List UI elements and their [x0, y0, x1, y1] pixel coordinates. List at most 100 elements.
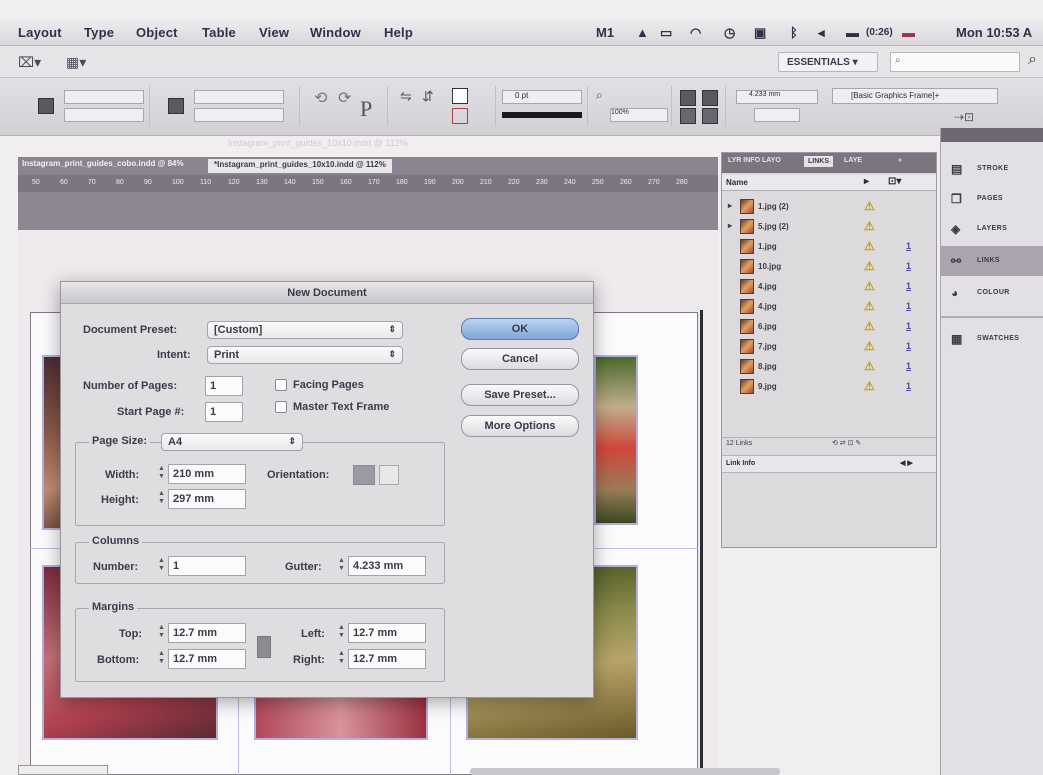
wrap-icon[interactable] — [680, 108, 696, 124]
cancel-button[interactable]: Cancel — [461, 348, 579, 370]
y-field[interactable] — [64, 108, 144, 122]
character-icon[interactable]: P — [360, 96, 372, 122]
corner-shape-selector[interactable] — [754, 108, 800, 122]
link-row[interactable]: 6.jpg ⚠ 1 — [722, 317, 936, 337]
document-preset-select[interactable]: [Custom] ⇕ — [207, 321, 403, 339]
control-menu-icon[interactable]: ⇢⊡ — [954, 110, 974, 124]
wifi-icon[interactable]: ◠ — [690, 25, 701, 41]
arrange-documents-icon[interactable]: ▦▾ — [66, 54, 86, 71]
expand-icon[interactable]: ▸ — [728, 221, 732, 230]
dock-swatches[interactable]: ▦ SWATCHES — [941, 324, 1043, 354]
tab-layers[interactable]: LAYE — [844, 157, 862, 164]
missing-link-warning-icon[interactable]: ⚠ — [864, 359, 875, 373]
reference-point-icon[interactable] — [38, 98, 54, 114]
height-stepper-icon[interactable]: ▲ ▼ — [157, 490, 166, 508]
missing-link-warning-icon[interactable]: ⚠ — [864, 339, 875, 353]
top-margin-input[interactable]: 12.7 mm — [168, 623, 246, 643]
dock-layers[interactable]: ◈ LAYERS — [941, 214, 1043, 244]
clock-icon[interactable]: ◷ — [724, 25, 735, 41]
right-stepper-icon[interactable]: ▲ ▼ — [337, 650, 346, 668]
number-of-pages-input[interactable]: 1 — [205, 376, 243, 396]
tab-links[interactable]: LINKS — [804, 156, 833, 167]
spotlight-icon[interactable]: ⌕ — [1028, 51, 1037, 69]
left-stepper-icon[interactable]: ▲ ▼ — [337, 624, 346, 642]
width-field[interactable] — [194, 90, 284, 104]
flip-horizontal-icon[interactable]: ⇋ — [400, 88, 412, 105]
gutter-input[interactable]: 4.233 mm — [348, 556, 426, 576]
rotate-icon[interactable]: ⟲ — [314, 88, 327, 108]
tab-info[interactable]: LYR INFO LAYO — [728, 157, 781, 164]
display-icon[interactable]: ▣ — [754, 25, 766, 41]
links-menu-icon[interactable]: ⊡▾ — [888, 176, 901, 187]
bluetooth-icon[interactable]: ᛒ — [790, 25, 798, 40]
dock-links[interactable]: ⚯ LINKS — [941, 246, 1043, 276]
right-margin-input[interactable]: 12.7 mm — [348, 649, 426, 669]
stroke-weight-field[interactable]: 0 pt — [502, 90, 582, 104]
relink-icon[interactable]: ⟲ ⇄ ⊡ ✎ — [832, 439, 861, 447]
stroke-swatch-icon[interactable] — [452, 108, 468, 124]
fill-swatch-icon[interactable] — [452, 88, 468, 104]
link-row[interactable]: 1.jpg ⚠ 1 — [722, 237, 936, 257]
portrait-icon[interactable] — [353, 465, 375, 485]
sort-icon[interactable]: ▸ — [864, 176, 869, 187]
flag-icon[interactable]: ▬ — [902, 25, 915, 40]
link-row[interactable]: 8.jpg ⚠ 1 — [722, 357, 936, 377]
dock-stroke[interactable]: ▤ STROKE — [941, 154, 1043, 184]
shear-icon[interactable]: ⟳ — [338, 88, 351, 108]
link-page-number[interactable]: 1 — [906, 281, 911, 291]
expand-icon[interactable]: ▸ — [728, 201, 732, 210]
status-bar[interactable] — [18, 765, 108, 775]
missing-link-warning-icon[interactable]: ⚠ — [864, 259, 875, 273]
save-preset-button[interactable]: Save Preset... — [461, 384, 579, 406]
link-row[interactable]: 4.jpg ⚠ 1 — [722, 277, 936, 297]
link-row[interactable]: 9.jpg ⚠ 1 — [722, 377, 936, 397]
name-column-label[interactable]: Name — [726, 178, 748, 187]
link-page-number[interactable]: 1 — [906, 321, 911, 331]
height-field[interactable] — [194, 108, 284, 122]
dock-header[interactable] — [941, 128, 1043, 142]
link-page-number[interactable]: 1 — [906, 301, 911, 311]
battery-icon[interactable]: ▬ — [846, 25, 859, 40]
menu-type[interactable]: Type — [84, 25, 114, 40]
height-input[interactable]: 297 mm — [168, 489, 246, 509]
link-page-number[interactable]: 1 — [906, 361, 911, 371]
link-row[interactable]: 4.jpg ⚠ 1 — [722, 297, 936, 317]
monitor-icon[interactable]: ▭ — [660, 25, 672, 41]
volume-icon[interactable]: ◂ — [818, 25, 825, 41]
menu-view[interactable]: View — [259, 25, 289, 40]
link-page-number[interactable]: 1 — [906, 241, 911, 251]
bottom-stepper-icon[interactable]: ▲ ▼ — [157, 650, 166, 668]
page-size-select[interactable]: A4 ⇕ — [161, 433, 303, 451]
missing-link-warning-icon[interactable]: ⚠ — [864, 319, 875, 333]
adobe-icon[interactable]: ▲ — [636, 25, 649, 40]
link-page-number[interactable]: 1 — [906, 381, 911, 391]
x-field[interactable] — [64, 90, 144, 104]
gutter-stepper-icon[interactable]: ▲ ▼ — [337, 557, 346, 575]
link-row[interactable]: ▸ 1.jpg (2) ⚠ — [722, 197, 936, 217]
missing-link-warning-icon[interactable]: ⚠ — [864, 299, 875, 313]
number-stepper-icon[interactable]: ▲ ▼ — [157, 557, 166, 575]
top-stepper-icon[interactable]: ▲ ▼ — [157, 624, 166, 642]
dock-pages[interactable]: ❐ PAGES — [941, 184, 1043, 214]
constrain-icon[interactable] — [168, 98, 184, 114]
workspace-switcher[interactable]: ESSENTIALS ▾ — [778, 52, 878, 72]
missing-link-warning-icon[interactable]: ⚠ — [864, 379, 875, 393]
feather-icon[interactable] — [702, 90, 718, 106]
link-info-nav-icon[interactable]: ◀ ▶ — [900, 459, 913, 467]
zoom-icon[interactable]: ⌕ — [596, 88, 603, 103]
opacity-field[interactable]: 100% — [610, 108, 668, 122]
link-page-number[interactable]: 1 — [906, 341, 911, 351]
intent-select[interactable]: Print ⇕ — [207, 346, 403, 364]
link-info-bar[interactable]: Link Info ◀ ▶ — [722, 455, 936, 473]
more-options-button[interactable]: More Options — [461, 415, 579, 437]
menu-help[interactable]: Help — [384, 25, 413, 40]
clock-text[interactable]: Mon 10:53 A — [956, 25, 1032, 40]
missing-link-warning-icon[interactable]: ⚠ — [864, 219, 875, 233]
menu-table[interactable]: Table — [202, 25, 236, 40]
ok-button[interactable]: OK — [461, 318, 579, 340]
columns-number-input[interactable]: 1 — [168, 556, 246, 576]
master-text-frame-checkbox[interactable] — [275, 401, 287, 413]
dock-colour[interactable]: ◕ COLOUR — [941, 278, 1043, 308]
flip-vertical-icon[interactable]: ⇵ — [422, 88, 434, 105]
link-page-number[interactable]: 1 — [906, 261, 911, 271]
